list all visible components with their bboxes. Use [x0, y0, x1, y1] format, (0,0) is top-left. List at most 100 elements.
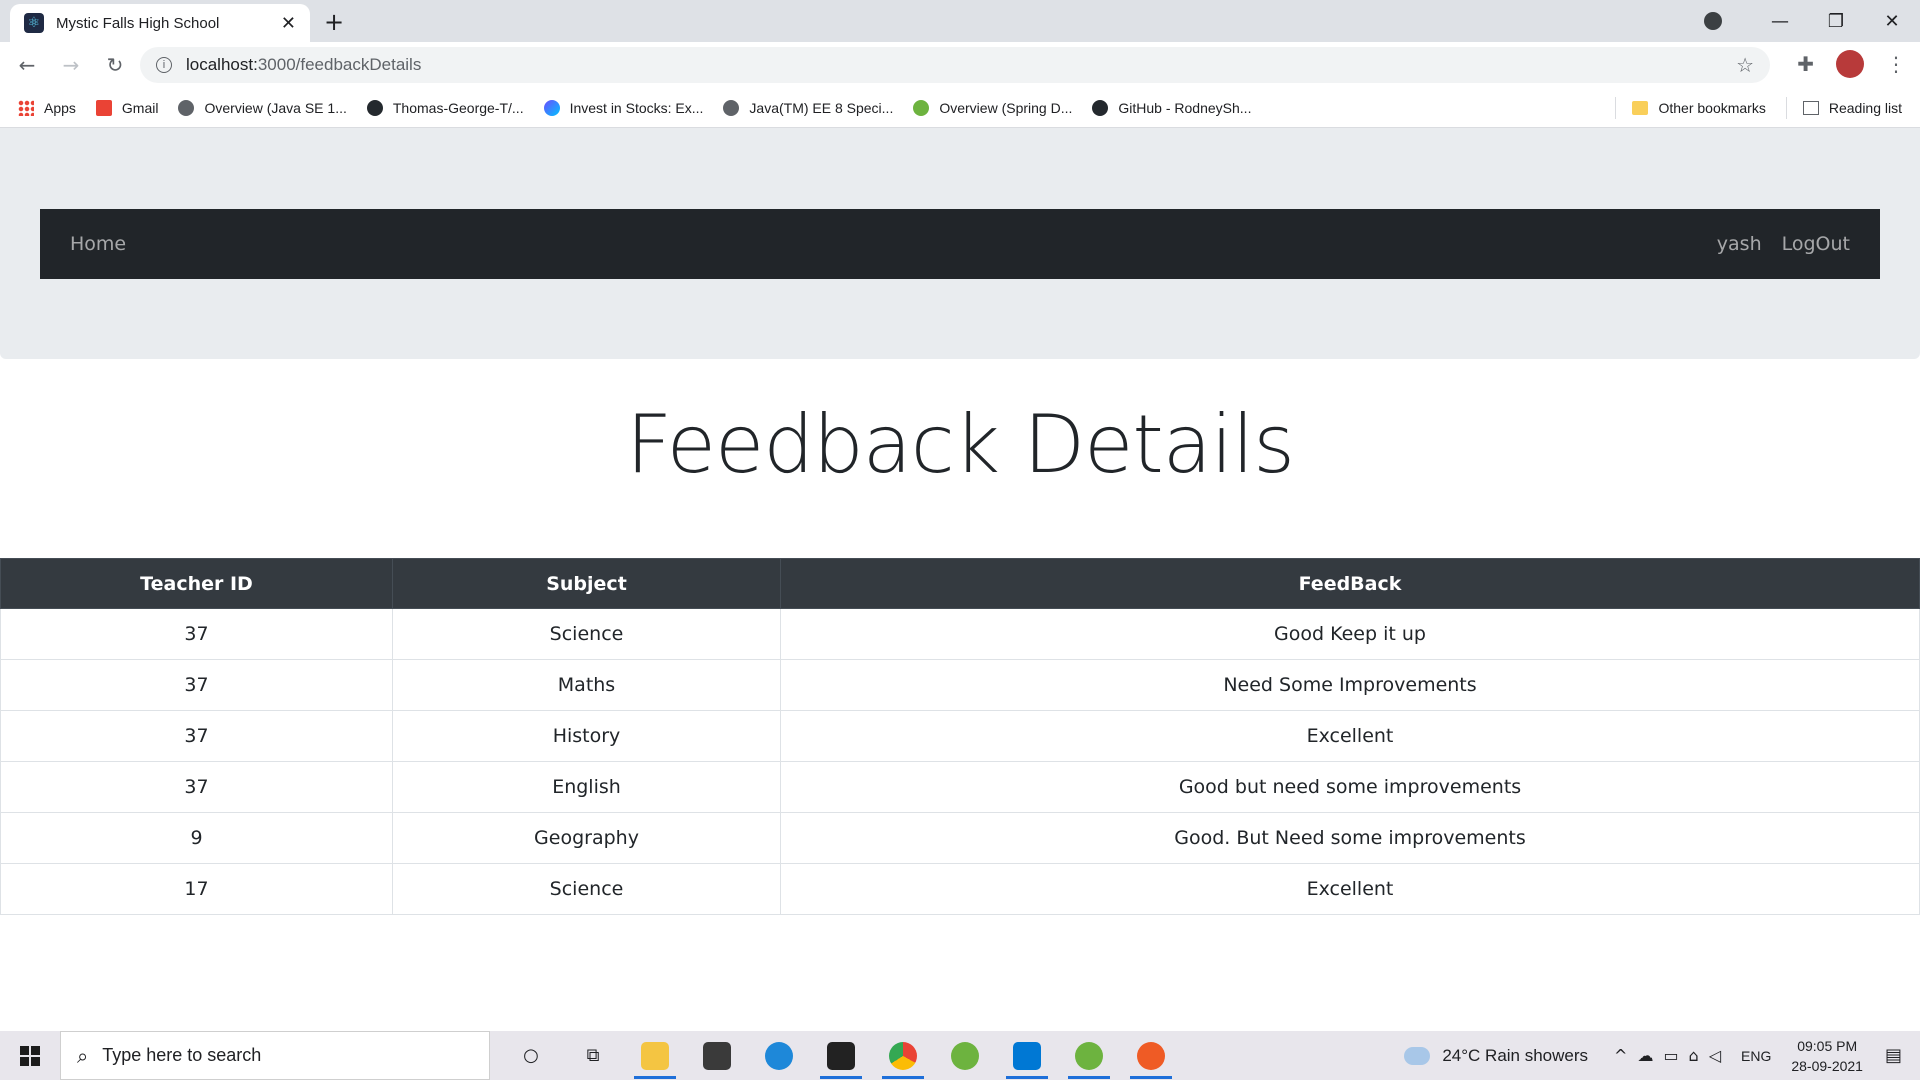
- postman-button[interactable]: [1120, 1031, 1182, 1080]
- spring-icon: [913, 99, 930, 116]
- taskbar-apps: ○ ⧉: [500, 1031, 1182, 1080]
- profile-avatar[interactable]: [1836, 50, 1864, 78]
- table-row: 9 Geography Good. But Need some improvem…: [0, 812, 1920, 864]
- notification-icon[interactable]: ▤: [1885, 1045, 1902, 1066]
- cortana-button[interactable]: ○: [500, 1031, 562, 1080]
- minimize-icon[interactable]: —: [1752, 11, 1808, 32]
- table-row: 17 Science Excellent: [0, 863, 1920, 915]
- address-bar[interactable]: i localhost:3000/feedbackDetails ☆: [140, 47, 1770, 83]
- cortana-icon: ○: [523, 1045, 539, 1066]
- rain-cloud-icon: [1404, 1046, 1431, 1065]
- window-controls: — ❐ ✕: [1704, 0, 1920, 42]
- bookmark-java-se[interactable]: Overview (Java SE 1...: [178, 99, 347, 116]
- back-icon[interactable]: ←: [10, 53, 44, 77]
- new-tab-icon[interactable]: +: [324, 8, 344, 36]
- cell-teacher-id: 9: [0, 812, 393, 864]
- cell-teacher-id: 37: [0, 608, 393, 660]
- cell-feedback: Excellent: [780, 863, 1920, 915]
- navbar: Home yash LogOut: [40, 209, 1880, 279]
- spring-icon: [951, 1041, 979, 1070]
- cell-subject: Maths: [392, 659, 781, 711]
- weather-widget[interactable]: 24°C Rain showers: [1404, 1046, 1588, 1066]
- edge-button[interactable]: [748, 1031, 810, 1080]
- language-indicator[interactable]: ENG: [1741, 1048, 1771, 1064]
- column-header-feedback: FeedBack: [780, 558, 1920, 609]
- nav-home-link[interactable]: Home: [70, 233, 126, 255]
- reading-list[interactable]: Reading list: [1802, 100, 1902, 116]
- github-icon: [1092, 99, 1109, 116]
- bookmark-thomas-george[interactable]: Thomas-George-T/...: [366, 99, 524, 116]
- bookmark-star-icon[interactable]: ☆: [1736, 53, 1754, 77]
- vscode-button[interactable]: [996, 1031, 1058, 1080]
- nav-user-link[interactable]: yash: [1717, 233, 1762, 255]
- mysql-icon: [827, 1041, 855, 1070]
- cell-feedback: Excellent: [780, 710, 1920, 762]
- bookmark-label: Overview (Java SE 1...: [204, 99, 347, 116]
- cell-teacher-id: 17: [0, 863, 393, 915]
- bookmarks-divider: [1615, 97, 1617, 119]
- github-icon: [366, 99, 383, 116]
- browser-tab[interactable]: ⚛ Mystic Falls High School ✕: [10, 4, 310, 42]
- weather-text: 24°C Rain showers: [1442, 1045, 1589, 1065]
- reload-icon[interactable]: ↻: [98, 53, 132, 77]
- globe-icon: [723, 99, 740, 116]
- bookmark-label: Invest in Stocks: Ex...: [569, 99, 704, 116]
- column-header-subject: Subject: [392, 558, 781, 609]
- tab-strip: ⚛ Mystic Falls High School ✕ + — ❐ ✕: [0, 0, 1920, 42]
- taskbar: ⌕ Type here to search ○ ⧉ 24°C Rain show…: [0, 1031, 1920, 1080]
- other-bookmarks[interactable]: Other bookmarks: [1632, 100, 1766, 116]
- search-placeholder: Type here to search: [102, 1045, 262, 1065]
- clock[interactable]: 09:05 PM 28-09-2021: [1791, 1036, 1863, 1076]
- close-window-icon[interactable]: ✕: [1864, 11, 1920, 32]
- extensions-icon[interactable]: ✚: [1797, 52, 1814, 76]
- system-tray: 24°C Rain showers ^☁▭⌂◁ ENG 09:05 PM 28-…: [1404, 1031, 1920, 1080]
- bookmark-apps[interactable]: Apps: [18, 99, 76, 116]
- clock-date: 28-09-2021: [1791, 1057, 1863, 1074]
- table-row: 37 Science Good Keep it up: [0, 608, 1920, 660]
- chrome-icon: [889, 1041, 917, 1070]
- cell-subject: History: [392, 710, 781, 762]
- spring-tool-button-2[interactable]: [1058, 1031, 1120, 1080]
- store-button[interactable]: [686, 1031, 748, 1080]
- store-icon: [703, 1041, 731, 1070]
- mysql-button[interactable]: [810, 1031, 872, 1080]
- bookmarks-divider: [1785, 97, 1787, 119]
- table-header-row: Teacher ID Subject FeedBack: [0, 558, 1920, 609]
- search-icon: ⌕: [77, 1043, 89, 1068]
- chrome-button[interactable]: [872, 1031, 934, 1080]
- task-view-button[interactable]: ⧉: [562, 1031, 624, 1080]
- bookmark-rodney[interactable]: GitHub - RodneySh...: [1092, 99, 1252, 116]
- url-text[interactable]: localhost:3000/feedbackDetails: [186, 55, 421, 75]
- windows-logo-icon: [20, 1045, 40, 1066]
- restore-icon[interactable]: ❐: [1808, 11, 1864, 32]
- spring-tool-button[interactable]: [934, 1031, 996, 1080]
- bookmark-label: Thomas-George-T/...: [392, 99, 524, 116]
- table-row: 37 Maths Need Some Improvements: [0, 659, 1920, 711]
- apps-grid-icon: [18, 99, 34, 116]
- tab-search-icon[interactable]: [1704, 12, 1722, 30]
- url-host: localhost:: [186, 55, 258, 74]
- bookmark-gmail[interactable]: Gmail: [95, 99, 159, 116]
- start-button[interactable]: [0, 1031, 60, 1080]
- bookmark-java-ee[interactable]: Java(TM) EE 8 Speci...: [723, 99, 893, 116]
- cell-teacher-id: 37: [0, 710, 393, 762]
- browser-menu-icon[interactable]: ⋮: [1886, 52, 1906, 76]
- bookmark-label: Gmail: [121, 99, 159, 116]
- clock-time: 09:05 PM: [1797, 1037, 1858, 1054]
- bookmarks-right: Other bookmarks Reading list: [1615, 88, 1902, 128]
- bookmark-label: GitHub - RodneySh...: [1118, 99, 1252, 116]
- nav-logout-link[interactable]: LogOut: [1782, 233, 1850, 255]
- cell-subject: Geography: [392, 812, 781, 864]
- forward-icon[interactable]: →: [54, 53, 88, 77]
- cell-feedback: Need Some Improvements: [780, 659, 1920, 711]
- folder-icon: [641, 1041, 669, 1070]
- toolbar-right: ✚ ⋮: [1797, 50, 1906, 78]
- file-explorer-button[interactable]: [624, 1031, 686, 1080]
- bookmark-invest[interactable]: Invest in Stocks: Ex...: [543, 99, 704, 116]
- site-info-icon[interactable]: i: [156, 57, 172, 73]
- browser-toolbar: ← → ↻ i localhost:3000/feedbackDetails ☆…: [0, 42, 1920, 88]
- tray-icons[interactable]: ^☁▭⌂◁: [1614, 1046, 1731, 1065]
- taskbar-search[interactable]: ⌕ Type here to search: [60, 1031, 490, 1080]
- close-tab-icon[interactable]: ✕: [281, 13, 296, 34]
- bookmark-spring[interactable]: Overview (Spring D...: [913, 99, 1072, 116]
